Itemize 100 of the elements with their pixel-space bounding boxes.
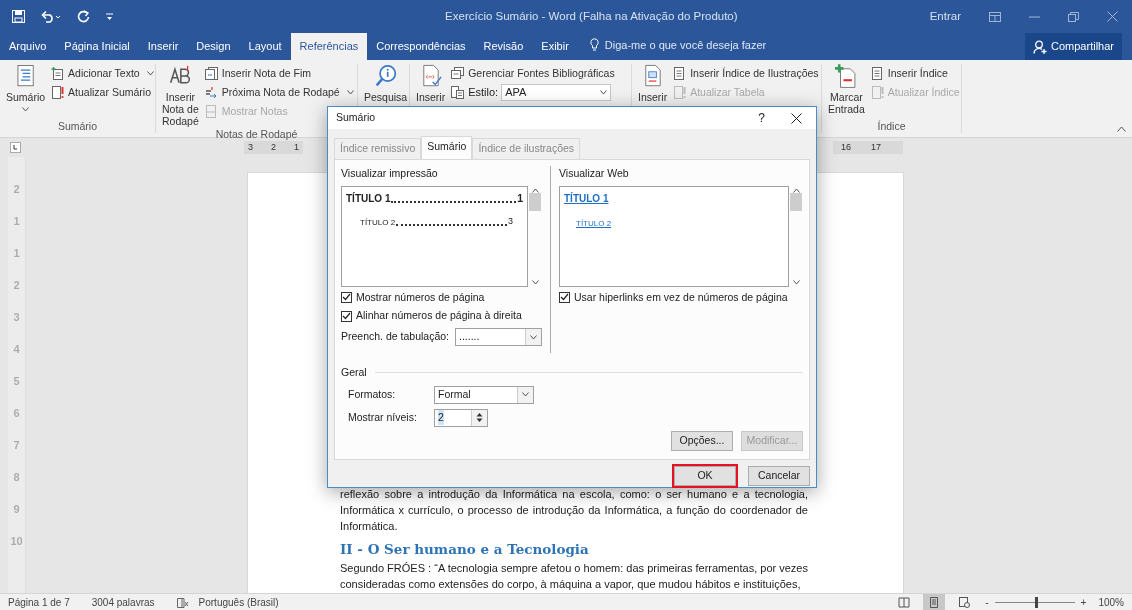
sign-in-link[interactable]: Entrar [929, 7, 961, 26]
ribbon-command[interactable]: Inserir [414, 64, 448, 119]
scroll-up-icon[interactable] [531, 187, 539, 193]
ruler-number: 1 [13, 247, 20, 259]
ribbon-command-icon [374, 64, 397, 88]
ribbon-tab[interactable]: Design [187, 33, 240, 60]
preview-label: Visualizar impressão [341, 165, 439, 181]
caret-icon [600, 90, 608, 95]
restore-icon[interactable] [1068, 11, 1079, 22]
redo-icon[interactable] [77, 10, 90, 23]
ruler-number: 8 [13, 471, 20, 483]
ribbon-tab[interactable]: Arquivo [0, 33, 56, 60]
ribbon-command[interactable]: Adicionar Texto [51, 64, 154, 83]
scroll-down-icon[interactable] [531, 279, 539, 285]
customize-caret-icon[interactable] [106, 12, 113, 21]
checkbox[interactable] [341, 291, 352, 303]
ruler-number: 6 [13, 407, 20, 419]
dialog-button[interactable]: OK [674, 465, 736, 486]
ribbon-tab[interactable]: Referências [290, 33, 368, 60]
ribbon-command[interactable]: Próxima Nota de Rodapé [204, 83, 354, 102]
tab-selector-icon[interactable] [10, 142, 21, 153]
caret-icon [146, 71, 154, 76]
style-label: Estilo: [468, 85, 499, 101]
field-label: Formatos: [348, 386, 397, 402]
tab-leader-dropdown[interactable]: ....... [455, 328, 542, 346]
page-count[interactable]: Página 1 de 7 [8, 594, 70, 610]
checkbox-label: Usar hiperlinks em vez de números de página [574, 289, 788, 305]
ribbon-command[interactable]: Gerenciar Fontes Bibliográficas [451, 64, 615, 83]
ruler-number: 1 [294, 140, 300, 154]
style-dropdown[interactable]: APA [501, 84, 612, 101]
ribbon-tab[interactable]: Inserir [138, 33, 188, 60]
ruler-number: 17 [871, 140, 882, 154]
zoom-percent[interactable]: 100% [1098, 594, 1124, 610]
field-label: Preench. de tabulação: [341, 329, 449, 345]
toc-entry: TÍTULO 2 [360, 216, 396, 229]
ribbon-command[interactable]: Marcar Entrada [826, 64, 867, 119]
zoom-in-button[interactable]: + [1080, 594, 1087, 610]
ruler-number: 1 [13, 215, 20, 227]
ruler-number: 3 [13, 311, 20, 323]
zoom-slider-thumb[interactable] [1034, 596, 1038, 608]
ribbon-command[interactable]: Sumário [4, 64, 48, 119]
tell-me-field[interactable]: Diga-me o que você deseja fazer [602, 35, 813, 54]
language-status[interactable]: Português (Brasil) [198, 594, 279, 610]
save-icon[interactable] [12, 10, 25, 23]
ruler-number: 3 [248, 140, 253, 154]
window-title: Exercício Sumário - Word (Falha na Ativação do Produto) [445, 9, 738, 22]
toc-link[interactable]: TÍTULO 2 [576, 217, 612, 230]
ribbon-command[interactable]: Inserir Nota de Fim [204, 64, 354, 83]
scroll-up-icon[interactable] [792, 187, 800, 193]
field-label: Mostrar níveis: [348, 409, 418, 425]
ribbon-tab[interactable]: Página Inicial [55, 33, 139, 60]
proofing-book-icon[interactable] [176, 596, 189, 608]
checkbox[interactable] [559, 291, 570, 303]
preview-label: Visualizar Web [559, 165, 630, 181]
ribbon-command[interactable]: Inserir Nota de Rodapé [160, 64, 201, 127]
group-label: Índice [877, 120, 906, 132]
share-button[interactable]: Compartilhar [1025, 33, 1122, 60]
ribbon-command-icon [835, 64, 858, 88]
ruler-number: 4 [13, 343, 20, 355]
checkbox[interactable] [341, 310, 352, 322]
ruler-number: 9 [13, 503, 20, 515]
ribbon-command[interactable]: Inserir Índice de Ilustrações [673, 64, 819, 83]
levels-spinner[interactable]: 2 [434, 408, 488, 427]
toc-page-number: 3 [508, 215, 513, 229]
toc-link[interactable]: TÍTULO 1 [564, 190, 609, 206]
dialog-button[interactable]: Cancelar [748, 465, 810, 486]
ruler-number: 5 [13, 375, 20, 387]
dialog-button[interactable]: Opções... [671, 430, 733, 451]
caret-icon [346, 90, 354, 95]
undo-icon[interactable] [41, 10, 61, 23]
ribbon-command-icon [14, 64, 37, 88]
scrollbar-thumb[interactable] [790, 192, 802, 211]
ribbon-tab[interactable]: Exibir [532, 33, 578, 60]
scroll-down-icon[interactable] [792, 279, 800, 285]
ruler-number: 2 [13, 279, 20, 291]
ribbon-command[interactable]: Atualizar Sumário [51, 83, 154, 102]
ribbon-tab[interactable]: Correspondências [367, 33, 475, 60]
scrollbar-thumb[interactable] [529, 192, 541, 211]
checkbox-label: Mostrar números de página [356, 289, 485, 305]
view-icon [928, 595, 941, 609]
collapse-ribbon-icon[interactable] [1117, 126, 1126, 132]
close-icon[interactable] [791, 112, 802, 124]
ribbon-tab[interactable]: Layout [239, 33, 291, 60]
lightbulb-icon [589, 38, 599, 52]
view-icon [898, 595, 911, 609]
caret-icon [530, 334, 537, 340]
dialog-title: Sumário [336, 110, 376, 126]
formats-dropdown[interactable]: Formal [434, 385, 534, 404]
ribbon-display-icon[interactable] [989, 11, 1001, 22]
style-icon [451, 86, 466, 99]
ribbon-command[interactable]: Inserir Índice [870, 64, 960, 83]
help-button[interactable]: ? [758, 109, 765, 127]
spin-arrows-icon[interactable] [476, 412, 483, 423]
ruler-number: 7 [13, 439, 20, 451]
view-button[interactable] [923, 594, 946, 610]
zoom-out-button[interactable]: - [985, 594, 989, 610]
dialog-tab[interactable]: Sumário [421, 136, 473, 159]
ribbon-tab[interactable]: Revisão [474, 33, 533, 60]
word-count[interactable]: 3004 palavras [91, 594, 155, 610]
section-label: Geral [341, 364, 367, 380]
